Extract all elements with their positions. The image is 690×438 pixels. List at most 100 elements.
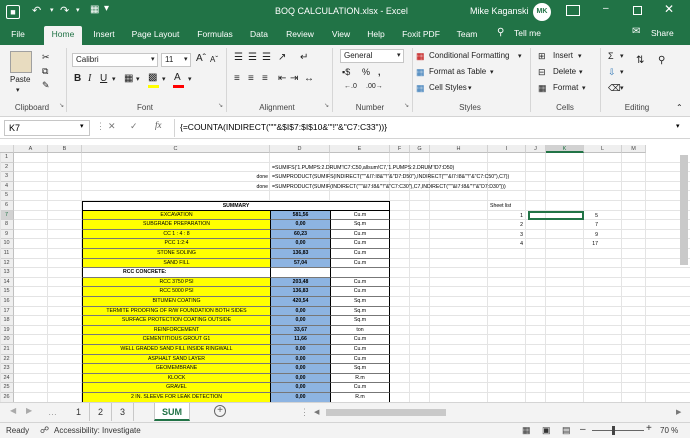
table-row-item[interactable]: PCC 1:2:4 <box>82 239 270 249</box>
table-row-item[interactable]: SUBGRADE PREPARATION <box>82 220 270 230</box>
row-header-2[interactable]: 2 <box>0 162 14 173</box>
table-row-qty[interactable]: 0,00 <box>270 364 330 374</box>
comma-style-icon[interactable]: , <box>378 67 381 77</box>
cell-styles-icon[interactable]: ▦ <box>416 83 425 94</box>
column-header-j[interactable]: J <box>526 145 546 153</box>
column-header-h[interactable]: H <box>430 145 488 153</box>
undo-icon[interactable]: ↶ <box>32 4 41 17</box>
font-launcher-icon[interactable]: ↘ <box>218 102 223 109</box>
row-header-24[interactable]: 24 <box>0 373 14 384</box>
table-row-qty[interactable]: 0,00 <box>270 373 330 384</box>
align-right-icon[interactable]: ≡ <box>262 73 268 84</box>
decrease-decimal-icon[interactable]: .00→ <box>366 83 383 90</box>
table-row-qty[interactable]: 0,00 <box>270 393 330 402</box>
table-row-item[interactable]: EXCAVATION <box>82 210 270 221</box>
tab-team[interactable]: Team <box>454 28 480 45</box>
table-row-qty[interactable]: 420,54 <box>270 297 330 307</box>
table-row-item[interactable]: GEOMEMBRANE <box>82 364 270 374</box>
delete-cells-button[interactable]: Delete <box>553 67 576 76</box>
orientation-icon[interactable]: ↗ <box>278 52 286 63</box>
sheet-tab-3[interactable]: 3 <box>112 403 134 421</box>
bold-icon[interactable]: B <box>74 73 81 84</box>
insert-function-icon[interactable]: fx <box>155 120 162 130</box>
format-cells-dropdown-icon[interactable]: ▾ <box>582 84 586 92</box>
copy-icon[interactable]: ⧉ <box>42 66 48 77</box>
avatar[interactable]: MK <box>533 3 551 21</box>
number-format-dropdown-icon[interactable]: ▾ <box>397 51 401 59</box>
row-header-22[interactable]: 22 <box>0 354 14 365</box>
horizontal-scrollbar-thumb[interactable] <box>326 409 446 416</box>
tab-file[interactable]: File <box>6 28 30 45</box>
row-header-13[interactable]: 13 <box>0 268 14 278</box>
tab-formulas[interactable]: Formulas <box>193 28 237 45</box>
increase-decimal-icon[interactable]: ←.0 <box>344 83 357 90</box>
scroll-tabs-right-icon[interactable]: ▶ <box>26 406 32 415</box>
format-as-table-icon[interactable]: ▦ <box>416 67 425 78</box>
fill-color-icon[interactable]: ▩ <box>148 72 157 83</box>
table-row-item[interactable]: KLOCK <box>82 373 270 384</box>
table-row-qty[interactable]: 136,83 <box>270 287 330 297</box>
tab-foxit-pdf[interactable]: Foxit PDF <box>400 28 442 45</box>
row-header-18[interactable]: 18 <box>0 316 14 326</box>
zoom-slider-thumb[interactable] <box>612 426 615 435</box>
worksheet-grid[interactable]: A B C D E F G H I J K L M 1 2 3 4 5 6 7 8 9 10 11 12 13 14 15 16 17 18… <box>0 145 690 402</box>
row-header-20[interactable]: 20 <box>0 335 14 345</box>
row-header-14[interactable]: 14 <box>0 277 14 288</box>
close-icon[interactable]: ✕ <box>664 2 674 16</box>
share-button[interactable]: Share <box>651 28 674 38</box>
sheet-list-count[interactable]: 7 <box>546 222 598 228</box>
table-row-unit[interactable]: ton <box>330 325 390 336</box>
row-header-11[interactable]: 11 <box>0 249 14 259</box>
customize-qat-icon[interactable]: ▾ <box>104 3 109 14</box>
table-row-item[interactable]: WELL GRADED SAND FILL INSIDE RINGWALL <box>82 345 270 355</box>
table-row-qty[interactable]: 0,00 <box>270 345 330 355</box>
sheet-list-index[interactable]: 1 <box>488 213 523 219</box>
redo-icon[interactable]: ↷ <box>60 4 69 17</box>
table-row-unit[interactable]: Sq.m <box>330 364 390 374</box>
row-header-7[interactable]: 7 <box>0 210 14 221</box>
zoom-level[interactable]: 70 % <box>660 426 678 435</box>
conditional-formatting-icon[interactable]: ▦ <box>416 51 425 62</box>
table-row-qty[interactable]: 136,83 <box>270 249 330 259</box>
autosum-dropdown-icon[interactable]: ▾ <box>620 52 624 60</box>
table-row-item[interactable]: ASPHALT SAND LAYER <box>82 354 270 365</box>
italic-icon[interactable]: I <box>88 73 91 84</box>
sheet-list-count[interactable]: 17 <box>546 241 598 247</box>
table-row-unit[interactable]: Sq.m <box>330 306 390 317</box>
decrease-indent-icon[interactable]: ⇤ <box>278 73 286 84</box>
ribbon-display-icon[interactable] <box>566 5 580 16</box>
tab-review[interactable]: Review <box>283 28 317 45</box>
zoom-out-icon[interactable]: – <box>580 424 586 435</box>
format-cells-icon[interactable]: ▦ <box>538 83 547 94</box>
table-row-item[interactable]: SURFACE PROTECTION COATING OUTSIDE <box>82 316 270 326</box>
top-align-icon[interactable]: ☰ <box>234 52 243 63</box>
cut-icon[interactable]: ✂ <box>42 52 50 63</box>
number-format-select[interactable]: General <box>340 49 404 63</box>
table-row-unit[interactable]: Cu.m <box>330 354 390 365</box>
zoom-slider[interactable] <box>592 430 644 431</box>
table-row-qty[interactable]: 203,48 <box>270 277 330 288</box>
table-row-unit[interactable]: Cu.m <box>330 383 390 393</box>
selected-cell-k7[interactable] <box>528 210 584 221</box>
paste-button[interactable]: Paste <box>10 75 30 84</box>
table-row-unit[interactable]: Sq.m <box>330 297 390 307</box>
row-header-9[interactable]: 9 <box>0 229 14 240</box>
new-sheet-icon[interactable]: + <box>214 405 226 417</box>
hscroll-left-icon[interactable]: ◀ <box>314 408 319 416</box>
tab-page-layout[interactable]: Page Layout <box>128 28 183 45</box>
table-row-unit[interactable]: Cu.m <box>330 258 390 269</box>
clipboard-launcher-icon[interactable]: ↘ <box>59 102 64 109</box>
fill-icon[interactable]: ⇩ <box>608 67 616 78</box>
redo-dropdown-icon[interactable]: ▾ <box>76 6 80 14</box>
table-row-item[interactable]: CEMENTITIOUS GROUT G1 <box>82 335 270 345</box>
column-header-l[interactable]: L <box>584 145 622 153</box>
font-color-icon[interactable]: A <box>174 72 181 83</box>
font-size-dropdown-icon[interactable]: ▾ <box>184 55 188 63</box>
table-row-unit[interactable]: Sq.m <box>330 316 390 326</box>
table-row-unit[interactable]: Cu.m <box>330 249 390 259</box>
clear-dropdown-icon[interactable]: ▾ <box>620 84 624 92</box>
sort-filter-icon[interactable]: ⇅ <box>636 55 644 66</box>
table-row-unit[interactable]: Cu.m <box>330 239 390 249</box>
table-row-item[interactable]: CC 1 : 4 : 8 <box>82 229 270 240</box>
minimize-icon[interactable]: – <box>603 3 609 14</box>
